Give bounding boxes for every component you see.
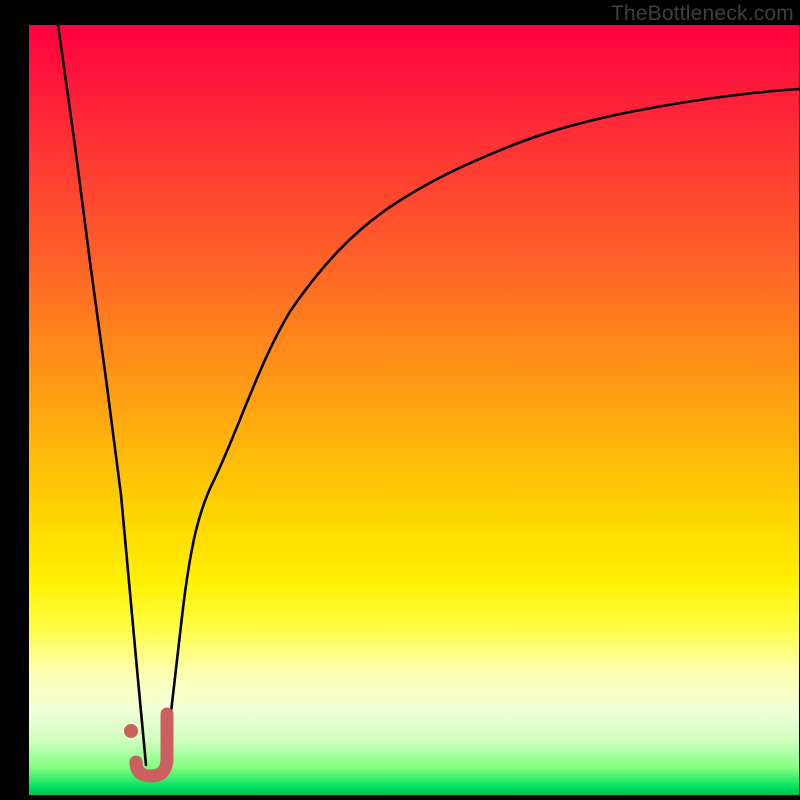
- chart-frame: TheBottleneck.com: [0, 0, 800, 800]
- curve-right-branch: [164, 89, 799, 773]
- curve-left-branch: [58, 25, 146, 765]
- j-marker: [136, 714, 167, 776]
- j-marker-dot: [124, 724, 138, 738]
- chart-svg: [0, 0, 800, 800]
